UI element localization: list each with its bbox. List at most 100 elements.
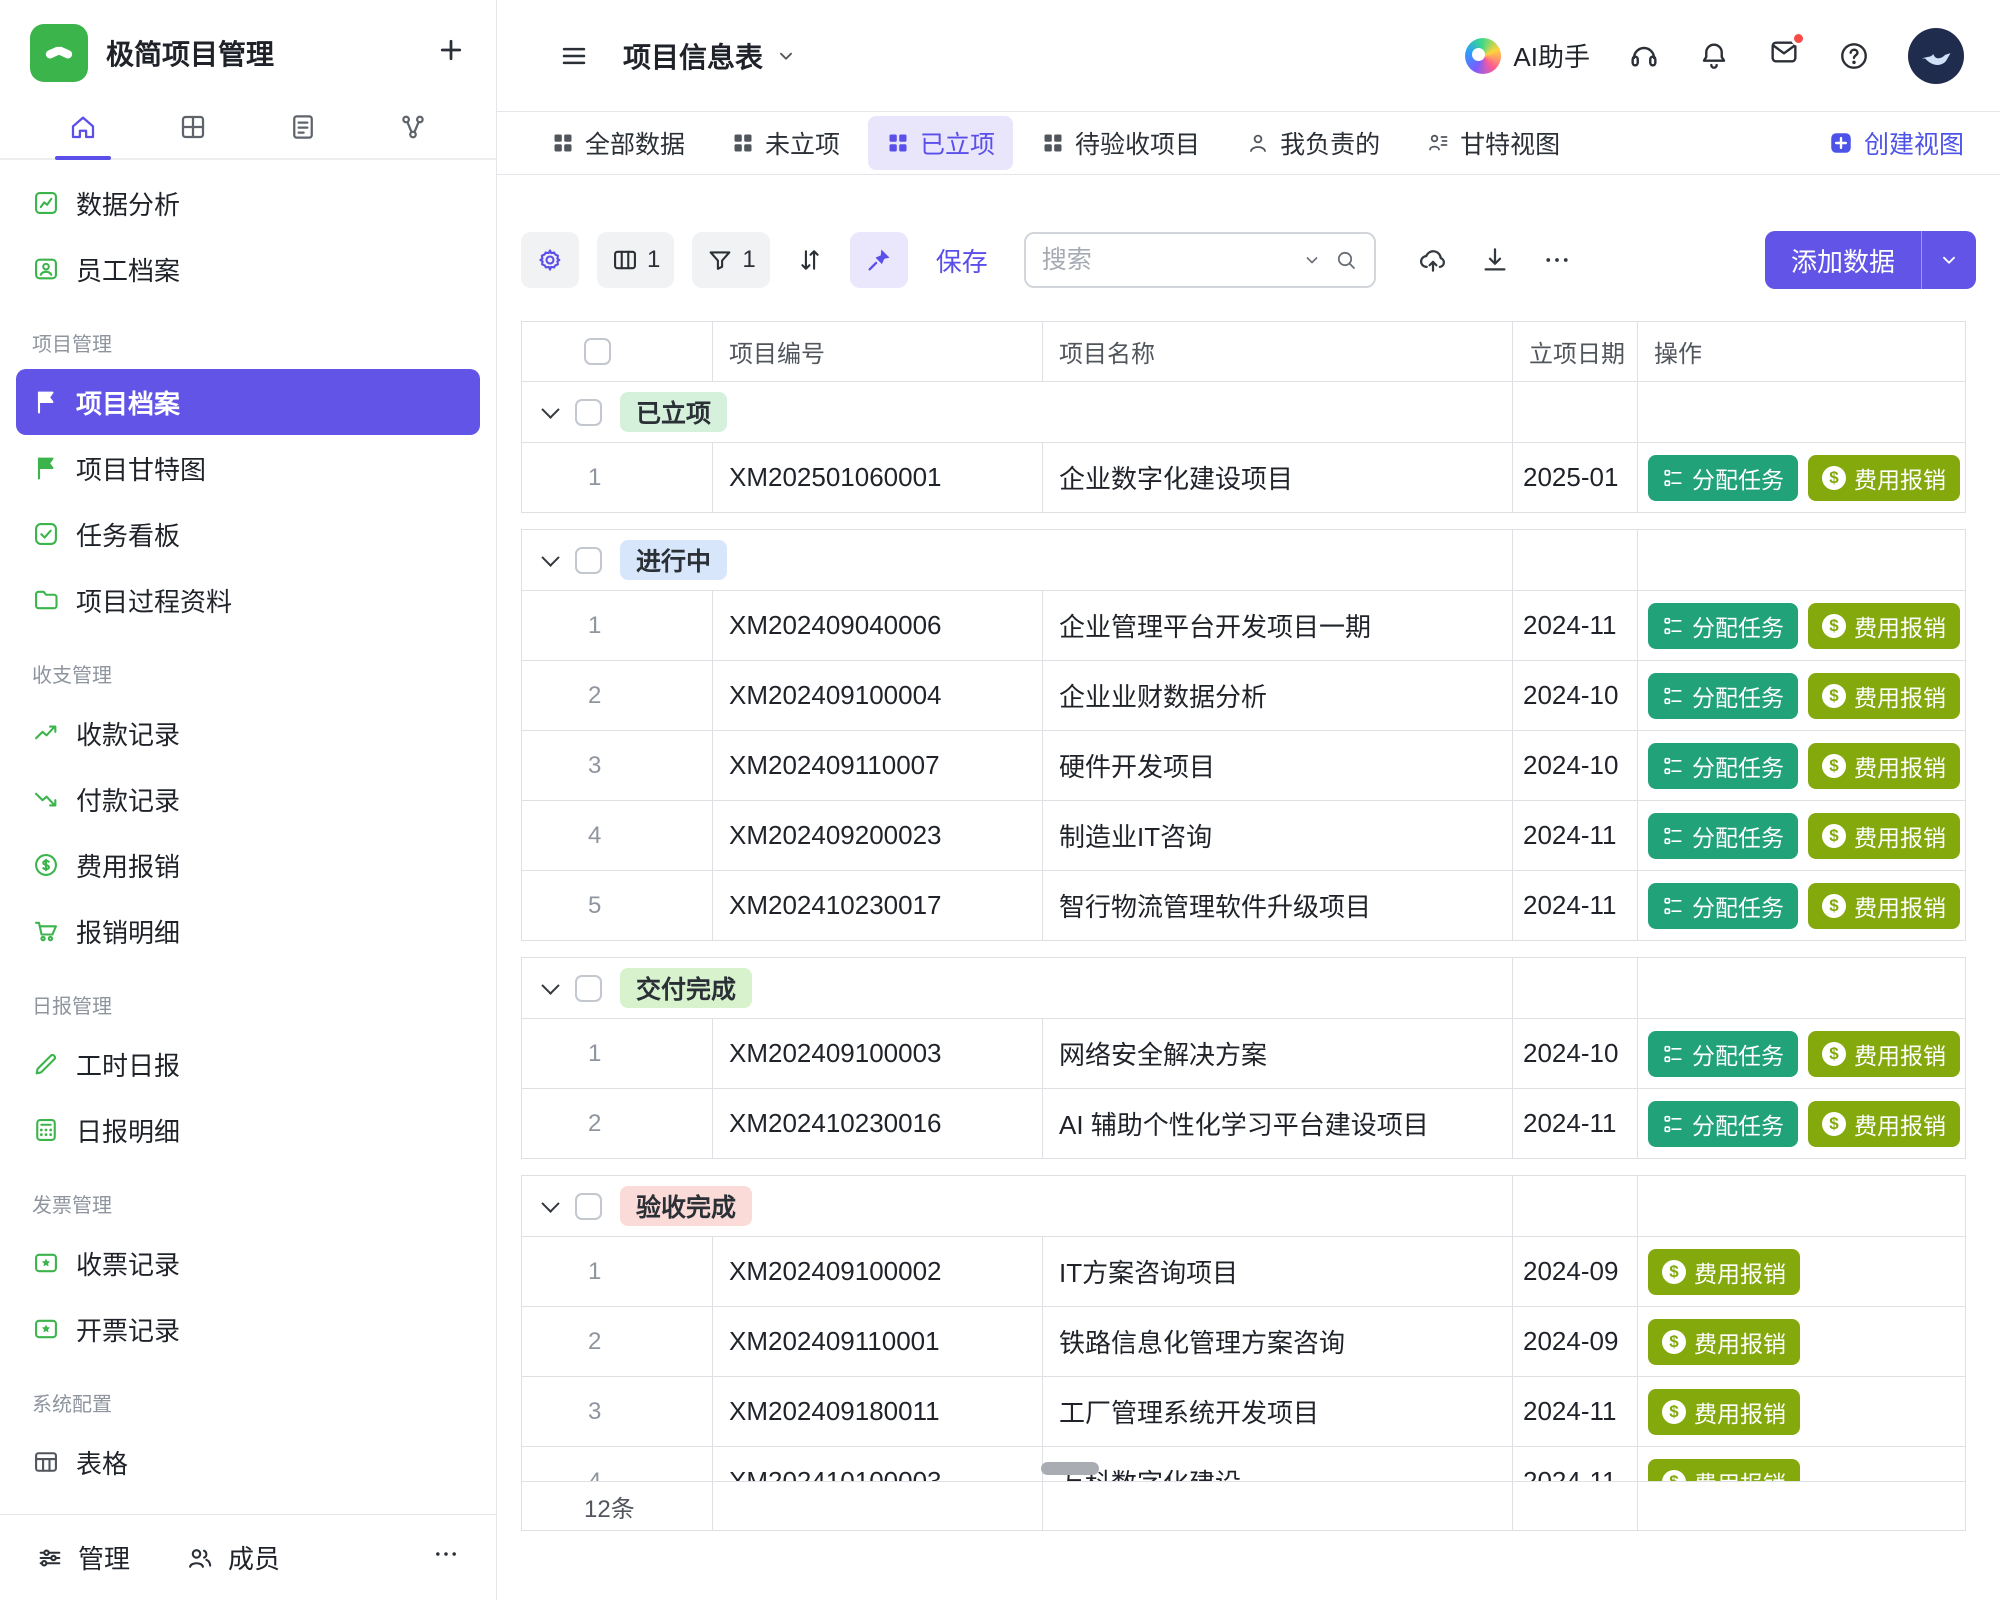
- project-name-cell[interactable]: 硬件开发项目: [1042, 731, 1512, 800]
- members-button[interactable]: 成员: [186, 1539, 280, 1576]
- pin-button[interactable]: [850, 232, 908, 288]
- table-row[interactable]: 1 XM202501060001 企业数字化建设项目 2025-01 分配任务$…: [522, 442, 1965, 512]
- project-name-cell[interactable]: 企业数字化建设项目: [1042, 443, 1512, 512]
- project-name-cell[interactable]: 智行物流管理软件升级项目: [1042, 871, 1512, 940]
- expense-report-button[interactable]: $费用报销: [1808, 673, 1960, 719]
- select-all-checkbox[interactable]: [584, 338, 611, 365]
- import-upload-icon[interactable]: [1418, 245, 1448, 275]
- sidebar-item[interactable]: 付款记录: [16, 766, 480, 832]
- support-headset-icon[interactable]: [1628, 40, 1660, 72]
- project-code-cell[interactable]: XM202409100003: [712, 1019, 1042, 1088]
- view-tab[interactable]: 已立项: [868, 116, 1013, 170]
- collapse-chevron-icon[interactable]: [541, 1194, 559, 1212]
- header-project-name[interactable]: 项目名称: [1042, 322, 1512, 381]
- project-code-cell[interactable]: XM202409040006: [712, 591, 1042, 660]
- expense-report-button[interactable]: $费用报销: [1808, 1031, 1960, 1077]
- project-date-cell[interactable]: 2024-10: [1512, 661, 1637, 730]
- docs-tab[interactable]: [248, 98, 358, 158]
- expense-report-button[interactable]: $费用报销: [1808, 455, 1960, 501]
- assign-task-button[interactable]: 分配任务: [1648, 1031, 1798, 1077]
- search-box[interactable]: [1024, 232, 1376, 288]
- project-date-cell[interactable]: 2024-10: [1512, 1019, 1637, 1088]
- project-code-cell[interactable]: XM202410230016: [712, 1089, 1042, 1158]
- sidebar-item[interactable]: 表格: [16, 1429, 480, 1495]
- assign-task-button[interactable]: 分配任务: [1648, 1101, 1798, 1147]
- hamburger-menu-icon[interactable]: [559, 41, 589, 71]
- assign-task-button[interactable]: 分配任务: [1648, 883, 1798, 929]
- assign-task-button[interactable]: 分配任务: [1648, 603, 1798, 649]
- view-tab[interactable]: 全部数据: [533, 116, 703, 170]
- project-name-cell[interactable]: 万科数字化建设: [1042, 1447, 1512, 1481]
- project-date-cell[interactable]: 2024-11: [1512, 871, 1637, 940]
- table-row[interactable]: 2 XM202410230016 AI 辅助个性化学习平台建设项目 2024-1…: [522, 1088, 1965, 1158]
- sidebar-item[interactable]: 日报明细: [16, 1097, 480, 1163]
- inbox-mail-button[interactable]: [1768, 36, 1800, 75]
- project-date-cell[interactable]: 2024-11: [1512, 591, 1637, 660]
- expense-report-button[interactable]: $费用报销: [1808, 883, 1960, 929]
- assign-task-button[interactable]: 分配任务: [1648, 455, 1798, 501]
- sidebar-item[interactable]: 流程: [16, 1495, 480, 1514]
- project-date-cell[interactable]: 2024-09: [1512, 1307, 1637, 1376]
- sidebar-item[interactable]: 数据分析: [16, 170, 480, 236]
- ai-assistant-button[interactable]: AI助手: [1465, 37, 1590, 74]
- export-download-icon[interactable]: [1480, 245, 1510, 275]
- project-code-cell[interactable]: XM202409110007: [712, 731, 1042, 800]
- expense-report-button[interactable]: $费用报销: [1648, 1389, 1800, 1435]
- group-checkbox[interactable]: [575, 399, 602, 426]
- expense-report-button[interactable]: $费用报销: [1808, 1101, 1960, 1147]
- sidebar-item[interactable]: 报销明细: [16, 898, 480, 964]
- view-tab[interactable]: 待验收项目: [1023, 116, 1218, 170]
- table-row[interactable]: 1 XM202409100003 网络安全解决方案 2024-10 分配任务$费…: [522, 1018, 1965, 1088]
- sort-button[interactable]: [788, 232, 832, 288]
- header-project-date[interactable]: 立项日期: [1512, 322, 1637, 381]
- sidebar-item[interactable]: 收款记录: [16, 700, 480, 766]
- sidebar-item[interactable]: 收票记录: [16, 1230, 480, 1296]
- project-code-cell[interactable]: XM202409100002: [712, 1237, 1042, 1306]
- table-row[interactable]: 5 XM202410230017 智行物流管理软件升级项目 2024-11 分配…: [522, 870, 1965, 940]
- expense-report-button[interactable]: $费用报销: [1648, 1459, 1800, 1482]
- sidebar-item[interactable]: 开票记录: [16, 1296, 480, 1362]
- sidebar-item[interactable]: 任务看板: [16, 501, 480, 567]
- expense-report-button[interactable]: $费用报销: [1808, 603, 1960, 649]
- save-button[interactable]: 保存: [936, 242, 988, 279]
- header-project-code[interactable]: 项目编号: [712, 322, 1042, 381]
- project-date-cell[interactable]: 2024-11: [1512, 1377, 1637, 1446]
- help-icon[interactable]: [1838, 40, 1870, 72]
- project-code-cell[interactable]: XM202409180011: [712, 1377, 1042, 1446]
- user-avatar[interactable]: [1908, 28, 1964, 84]
- add-data-button[interactable]: 添加数据: [1765, 231, 1976, 289]
- expense-report-button[interactable]: $费用报销: [1808, 743, 1960, 789]
- assign-task-button[interactable]: 分配任务: [1648, 673, 1798, 719]
- project-name-cell[interactable]: 铁路信息化管理方案咨询: [1042, 1307, 1512, 1376]
- title-chevron-down-icon[interactable]: [775, 45, 797, 67]
- project-date-cell[interactable]: 2024-11: [1512, 1447, 1637, 1481]
- group-checkbox[interactable]: [575, 547, 602, 574]
- sidebar-item[interactable]: 项目档案: [16, 369, 480, 435]
- expense-report-button[interactable]: $费用报销: [1648, 1249, 1800, 1295]
- table-row[interactable]: 3 XM202409110007 硬件开发项目 2024-10 分配任务$费用报…: [522, 730, 1965, 800]
- horizontal-scrollbar-thumb[interactable]: [1041, 1462, 1099, 1475]
- project-code-cell[interactable]: XM202409200023: [712, 801, 1042, 870]
- expense-report-button[interactable]: $费用报销: [1648, 1319, 1800, 1365]
- search-input[interactable]: [1042, 246, 1290, 275]
- project-date-cell[interactable]: 2024-11: [1512, 801, 1637, 870]
- project-name-cell[interactable]: AI 辅助个性化学习平台建设项目: [1042, 1089, 1512, 1158]
- sidebar-item[interactable]: 工时日报: [16, 1031, 480, 1097]
- settings-button[interactable]: [521, 232, 579, 288]
- table-row[interactable]: 1 XM202409040006 企业管理平台开发项目一期 2024-11 分配…: [522, 590, 1965, 660]
- sidebar-item[interactable]: 项目甘特图: [16, 435, 480, 501]
- project-date-cell[interactable]: 2024-09: [1512, 1237, 1637, 1306]
- view-tab[interactable]: 甘特视图: [1408, 116, 1578, 170]
- sidebar-item[interactable]: 项目过程资料: [16, 567, 480, 633]
- create-view-button[interactable]: 创建视图: [1828, 125, 1964, 161]
- project-name-cell[interactable]: 制造业IT咨询: [1042, 801, 1512, 870]
- filter-button[interactable]: 1: [692, 232, 769, 288]
- project-name-cell[interactable]: IT方案咨询项目: [1042, 1237, 1512, 1306]
- table-row[interactable]: 2 XM202409110001 铁路信息化管理方案咨询 2024-09 $费用…: [522, 1306, 1965, 1376]
- assign-task-button[interactable]: 分配任务: [1648, 743, 1798, 789]
- home-tab[interactable]: [28, 98, 138, 158]
- sidebar-item[interactable]: 费用报销: [16, 832, 480, 898]
- project-date-cell[interactable]: 2024-11: [1512, 1089, 1637, 1158]
- project-date-cell[interactable]: 2024-10: [1512, 731, 1637, 800]
- project-code-cell[interactable]: XM202409110001: [712, 1307, 1042, 1376]
